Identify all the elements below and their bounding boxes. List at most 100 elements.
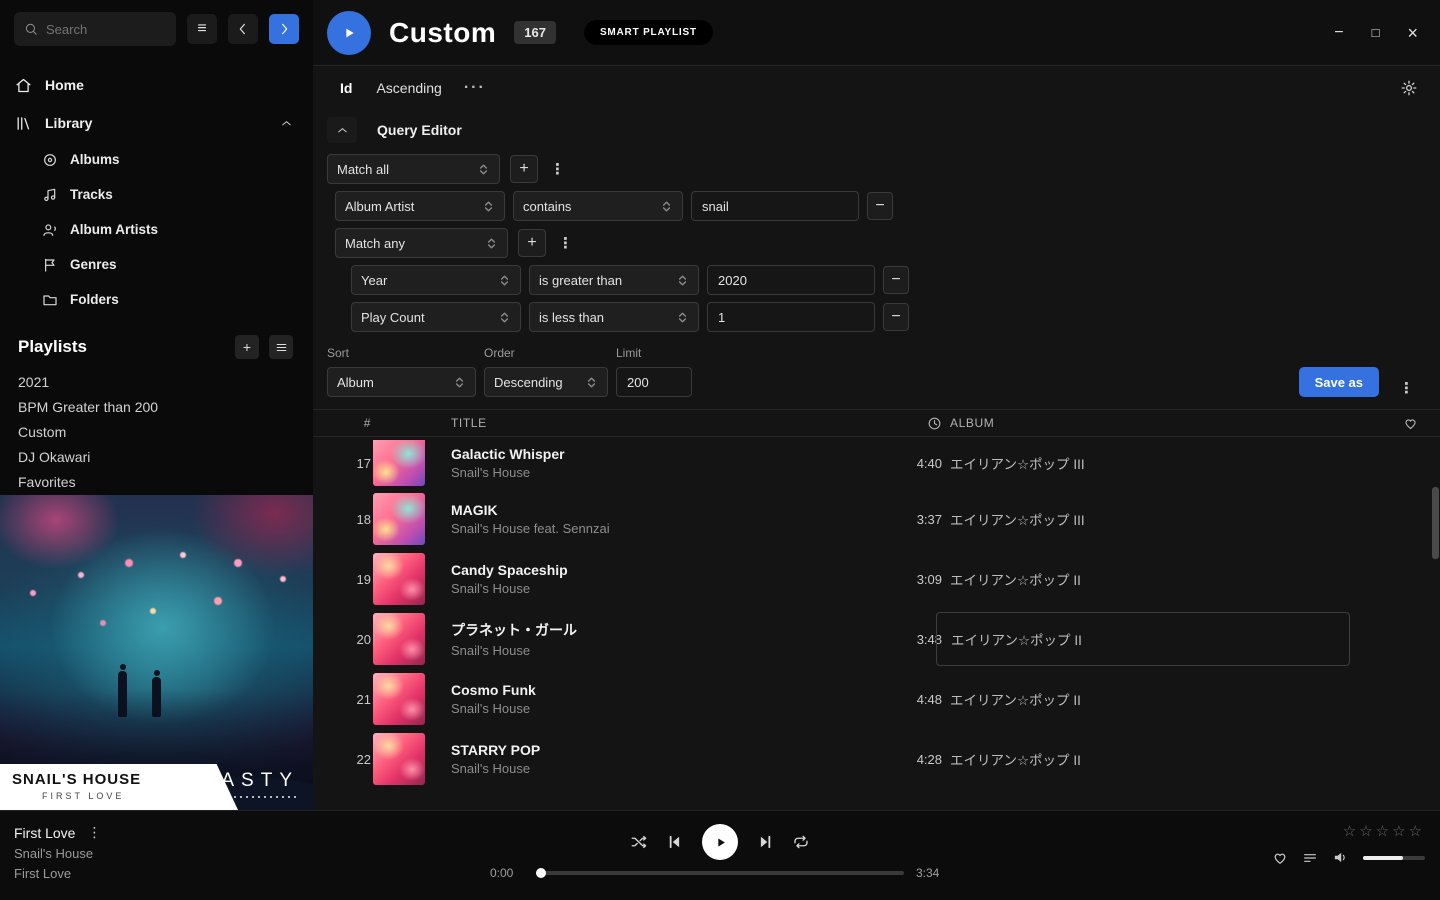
playlist-item[interactable]: Custom	[0, 419, 313, 444]
minimize-button[interactable]: −	[1334, 25, 1343, 41]
rating-stars[interactable]: ☆☆☆☆☆	[1343, 822, 1425, 840]
seek-knob[interactable]	[536, 868, 546, 878]
remove-rule-button[interactable]: −	[867, 192, 893, 220]
column-index[interactable]: #	[313, 416, 373, 430]
rule-operator-value: is less than	[539, 310, 604, 325]
remove-rule-button[interactable]: −	[883, 266, 909, 294]
table-row[interactable]: 17 Galactic Whisper Snail's House 4:40 エ…	[313, 437, 1440, 489]
volume-slider[interactable]	[1363, 856, 1425, 860]
track-artist[interactable]: Snail's House	[451, 643, 880, 658]
nav-back-button[interactable]	[228, 14, 258, 44]
remove-rule-button[interactable]: −	[883, 303, 909, 331]
table-row[interactable]: 22 STARRY POP Snail's House 4:28 エイリアン☆ポ…	[313, 729, 1440, 789]
column-album[interactable]: ALBUM	[950, 416, 1380, 430]
track-artist[interactable]: Snail's House feat. Sennzai	[451, 521, 880, 536]
save-as-button[interactable]: Save as	[1299, 367, 1379, 397]
playlist-item[interactable]: Favorites	[0, 469, 313, 494]
sort-direction-button[interactable]: Ascending	[376, 80, 441, 96]
track-album[interactable]: エイリアン☆ポップ III	[950, 453, 1085, 473]
scrollbar-thumb[interactable]	[1432, 487, 1439, 559]
sidebar-nav: Home Library Albums	[0, 66, 313, 317]
queue-button[interactable]	[1302, 850, 1318, 866]
playlist-list-button[interactable]	[269, 335, 293, 359]
maximize-button[interactable]: □	[1372, 26, 1380, 39]
track-cover-thumbnail	[373, 733, 425, 785]
track-artist[interactable]: Snail's House	[451, 465, 880, 480]
now-playing-album[interactable]: First Love	[14, 866, 101, 881]
more-options-icon[interactable]: ···	[464, 79, 486, 97]
table-row[interactable]: 20 プラネット・ガール Snail's House 3:48 エイリアン☆ポッ…	[313, 609, 1440, 669]
track-artist[interactable]: Snail's House	[451, 761, 880, 776]
rule-value-input[interactable]	[691, 191, 859, 221]
menu-button[interactable]: ≡	[187, 14, 217, 44]
now-playing-cover-art: SNAIL'S HOUSE FIRST LOVE TASTY	[0, 495, 313, 810]
close-button[interactable]: ×	[1407, 24, 1418, 42]
add-rule-button[interactable]: +	[510, 155, 538, 183]
track-album[interactable]: エイリアン☆ポップ II	[950, 689, 1081, 709]
track-artist[interactable]: Snail's House	[451, 701, 880, 716]
sidebar-item-home[interactable]: Home	[0, 66, 313, 104]
column-title[interactable]: TITLE	[451, 416, 880, 430]
sidebar-item-tracks[interactable]: Tracks	[0, 177, 313, 212]
rule-operator-select[interactable]: is greater than	[529, 265, 699, 295]
track-duration: 4:28	[880, 752, 950, 767]
nav-forward-button[interactable]	[269, 14, 299, 44]
match-type-select[interactable]: Match all	[327, 154, 500, 184]
shuffle-button[interactable]	[630, 833, 648, 851]
track-artist[interactable]: Snail's House	[451, 581, 880, 596]
rule-value-input[interactable]	[707, 265, 875, 295]
chevron-up-icon[interactable]	[280, 117, 293, 130]
add-playlist-button[interactable]: +	[235, 335, 259, 359]
order-select[interactable]: Descending	[484, 367, 608, 397]
sort-select[interactable]: Album	[327, 367, 476, 397]
playlist-item[interactable]: DJ Okawari	[0, 444, 313, 469]
sidebar-item-folders[interactable]: Folders	[0, 282, 313, 317]
cover-brand-logo: TASTY	[204, 770, 299, 798]
sidebar-item-albums[interactable]: Albums	[0, 142, 313, 177]
playlist-item[interactable]: BPM Greater than 200	[0, 394, 313, 419]
play-pause-button[interactable]	[702, 824, 738, 860]
add-rule-button[interactable]: +	[518, 229, 546, 257]
rule-operator-select[interactable]: contains	[513, 191, 683, 221]
previous-track-button[interactable]	[666, 833, 684, 851]
sidebar-item-album-artists[interactable]: Album Artists	[0, 212, 313, 247]
rule-field-value: Play Count	[361, 310, 425, 325]
match-type-select[interactable]: Match any	[335, 228, 508, 258]
sidebar-item-library[interactable]: Library	[0, 104, 313, 142]
rule-operator-select[interactable]: is less than	[529, 302, 699, 332]
search-input[interactable]	[46, 22, 166, 37]
sort-field-button[interactable]: Id	[340, 80, 352, 96]
track-album[interactable]: エイリアン☆ポップ II	[950, 569, 1081, 589]
settings-gear-icon[interactable]	[1400, 79, 1418, 97]
volume-button[interactable]	[1332, 849, 1349, 866]
repeat-button[interactable]	[792, 833, 810, 851]
play-playlist-button[interactable]	[327, 11, 371, 55]
group-options-icon[interactable]: ⋮	[548, 160, 567, 178]
now-playing-artist[interactable]: Snail's House	[14, 846, 101, 861]
collapse-query-editor-button[interactable]	[327, 117, 357, 143]
focused-album-cell[interactable]: エイリアン☆ポップ II	[936, 612, 1350, 666]
group-options-icon[interactable]: ⋮	[556, 234, 575, 252]
rule-value-input[interactable]	[707, 302, 875, 332]
column-duration[interactable]	[880, 416, 950, 431]
favorite-button[interactable]	[1272, 850, 1288, 866]
search-box[interactable]	[14, 12, 176, 46]
rule-field-select[interactable]: Play Count	[351, 302, 521, 332]
sidebar-item-genres[interactable]: Genres	[0, 247, 313, 282]
save-options-icon[interactable]: ⋮	[1397, 379, 1416, 397]
table-row[interactable]: 18 MAGIK Snail's House feat. Sennzai 3:3…	[313, 489, 1440, 549]
rule-field-select[interactable]: Album Artist	[335, 191, 505, 221]
table-row[interactable]: 19 Candy Spaceship Snail's House 3:09 エイ…	[313, 549, 1440, 609]
track-menu-icon[interactable]: ⋮	[87, 824, 101, 841]
table-row[interactable]: 21 Cosmo Funk Snail's House 4:48 エイリアン☆ポ…	[313, 669, 1440, 729]
seek-bar[interactable]	[536, 871, 904, 875]
track-album[interactable]: エイリアン☆ポップ II	[950, 749, 1081, 769]
rule-field-select[interactable]: Year	[351, 265, 521, 295]
playlists-actions: +	[235, 335, 293, 359]
now-playing-title[interactable]: First Love	[14, 825, 75, 841]
limit-input[interactable]	[616, 367, 692, 397]
next-track-button[interactable]	[756, 833, 774, 851]
playlist-item[interactable]: 2021	[0, 369, 313, 394]
track-album[interactable]: エイリアン☆ポップ III	[950, 509, 1085, 529]
column-favorite[interactable]	[1380, 416, 1440, 431]
